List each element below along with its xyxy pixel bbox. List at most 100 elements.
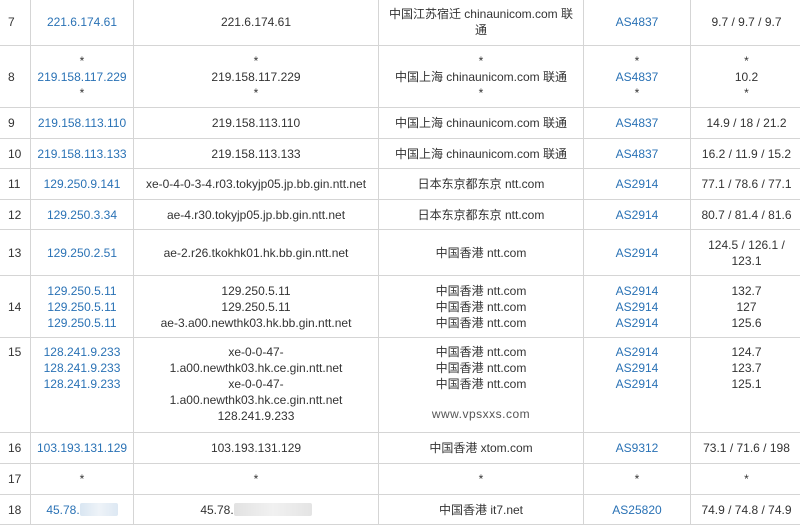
timeout-marker: * — [697, 53, 796, 69]
location: 中国香港 ntt.com — [385, 299, 577, 315]
asn-cell: AS2914 — [584, 169, 691, 200]
hop-row: 1845.78.45.78.中国香港 it7.netAS2582074.9 / … — [0, 495, 800, 525]
asn[interactable]: AS2914 — [590, 344, 684, 360]
asn[interactable]: AS2914 — [590, 245, 684, 261]
rtt-values-cell: 124.7123.7125.1 — [691, 338, 800, 433]
asn-cell: *AS4837* — [584, 46, 691, 108]
ip-address[interactable]: 128.241.9.233 — [37, 360, 127, 376]
hostname: 219.158.117.229 — [140, 69, 372, 85]
ip-address-cell: 129.250.3.34 — [31, 200, 134, 230]
location: 中国上海 chinaunicom.com 联通 — [385, 115, 577, 131]
ip-address-cell: 221.6.174.61 — [31, 0, 134, 46]
location-cell: * — [379, 464, 584, 495]
hop-row: 13 129.250.2.51 ae-2.r26.tkokhk01.hk.bb.gi… — [0, 230, 800, 276]
ip-address[interactable]: 128.241.9.233 — [37, 344, 127, 360]
hop-number: 18 — [0, 495, 31, 525]
hostname: xe-0-0-47- — [140, 376, 372, 392]
asn[interactable]: AS2914 — [590, 299, 684, 315]
rtt-values-cell: 74.9 / 74.8 / 74.9 — [691, 495, 800, 525]
hostname-cell: xe-0-0-47-1.a00.newthk03.hk.ce.gin.ntt.n… — [134, 338, 379, 433]
asn[interactable]: AS2914 — [590, 207, 684, 223]
location-cell: 中国上海 chinaunicom.com 联通 — [379, 139, 584, 169]
timeout-marker: * — [37, 53, 127, 69]
asn[interactable]: AS2914 — [590, 176, 684, 192]
rtt-values-cell: 80.7 / 81.4 / 81.6 — [691, 200, 800, 230]
asn[interactable]: AS2914 — [590, 283, 684, 299]
hop-row: 9 219.158.113.110 219.158.113.110 中国上海 chin… — [0, 108, 800, 139]
location-cell: *中国上海 chinaunicom.com 联通* — [379, 46, 584, 108]
ip-address[interactable]: 219.158.117.229 — [37, 69, 127, 85]
location-cell: 中国江苏宿迁 chinaunicom.com 联通 — [379, 0, 584, 46]
location: 中国上海 chinaunicom.com 联通 — [385, 146, 577, 162]
hostname-cell: 219.158.113.110 — [134, 108, 379, 139]
timeout-marker: * — [140, 85, 372, 101]
ip-address-cell: 129.250.5.11129.250.5.11129.250.5.11 — [31, 276, 134, 338]
ip-address[interactable]: 129.250.5.11 — [37, 315, 127, 331]
timeout-marker: * — [590, 85, 684, 101]
location: 中国香港 ntt.com — [385, 245, 577, 261]
hop-row: 15128.241.9.233128.241.9.233128.241.9.23… — [0, 338, 800, 433]
rtt-values-cell: 14.9 / 18 / 21.2 — [691, 108, 800, 139]
timeout-marker: * — [37, 85, 127, 101]
timeout-marker: * — [140, 471, 372, 487]
hostname-cell: 219.158.113.133 — [134, 139, 379, 169]
timeout-marker: * — [697, 471, 796, 487]
hop-number: 13 — [0, 230, 31, 276]
ip-address-cell: 103.193.131.129 — [31, 433, 134, 464]
hop-row: 11 129.250.9.141 xe-0-4-0-3-4.r03.tokyjp05… — [0, 169, 800, 200]
asn[interactable]: AS9312 — [590, 440, 684, 456]
rtt-values: 127 — [697, 299, 796, 315]
asn[interactable]: AS2914 — [590, 315, 684, 331]
ip-address[interactable]: 219.158.113.133 — [37, 146, 127, 162]
ip-address[interactable]: 221.6.174.61 — [37, 14, 127, 30]
hop-number: 15 — [0, 338, 31, 433]
asn-cell: AS4837 — [584, 0, 691, 46]
ip-address[interactable]: 129.250.2.51 — [37, 245, 127, 261]
asn[interactable]: AS25820 — [590, 502, 684, 518]
ip-address[interactable]: 129.250.3.34 — [37, 207, 127, 223]
ip-address[interactable]: 129.250.5.11 — [37, 299, 127, 315]
location-cell: 中国香港 it7.net — [379, 495, 584, 525]
redacted-blur — [80, 503, 118, 516]
location: 中国江苏宿迁 chinaunicom.com 联通 — [385, 6, 577, 38]
asn-cell: AS4837 — [584, 108, 691, 139]
ip-address[interactable]: 103.193.131.129 — [37, 440, 127, 456]
asn-cell: AS9312 — [584, 433, 691, 464]
asn[interactable]: AS4837 — [590, 146, 684, 162]
asn[interactable]: AS2914 — [590, 360, 684, 376]
ip-address-cell: 129.250.2.51 — [31, 230, 134, 276]
hostname: 219.158.113.110 — [140, 115, 372, 131]
location-cell: 中国香港 ntt.com — [379, 230, 584, 276]
hop-number: 17 — [0, 464, 31, 495]
location: 中国香港 ntt.com — [385, 315, 577, 331]
ip-address-cell: 129.250.9.141 — [31, 169, 134, 200]
asn[interactable]: AS4837 — [590, 115, 684, 131]
location: 中国香港 xtom.com — [385, 440, 577, 456]
location-cell: 中国香港 ntt.com中国香港 ntt.com中国香港 ntt.com — [379, 276, 584, 338]
ip-address-cell: * — [31, 464, 134, 495]
ip-address-cell: 219.158.113.110 — [31, 108, 134, 139]
hostname: ae-2.r26.tkokhk01.hk.bb.gin.ntt.net — [140, 245, 372, 261]
asn[interactable]: AS4837 — [590, 69, 684, 85]
ip-address[interactable]: 128.241.9.233 — [37, 376, 127, 392]
hop-number: 11 — [0, 169, 31, 200]
location-cell: 中国香港 xtom.com — [379, 433, 584, 464]
ip-address[interactable]: 129.250.9.141 — [37, 176, 127, 192]
rtt-values: 16.2 / 11.9 / 15.2 — [697, 146, 796, 162]
timeout-marker: * — [590, 53, 684, 69]
hop-row: 7221.6.174.61221.6.174.61中国江苏宿迁 chinauni… — [0, 0, 800, 46]
rtt-values-cell: *10.2* — [691, 46, 800, 108]
asn[interactable]: AS2914 — [590, 376, 684, 392]
ip-address[interactable]: 45.78. — [46, 503, 79, 517]
asn[interactable]: AS4837 — [590, 14, 684, 30]
hop-number: 9 — [0, 108, 31, 139]
rtt-values: 125.1 — [697, 376, 796, 392]
rtt-values-cell: 16.2 / 11.9 / 15.2 — [691, 139, 800, 169]
hostname-cell: ae-4.r30.tokyjp05.jp.bb.gin.ntt.net — [134, 200, 379, 230]
location-cell: 日本东京都东京 ntt.com — [379, 200, 584, 230]
location: 中国香港 ntt.com — [385, 344, 577, 360]
ip-address[interactable]: 129.250.5.11 — [37, 283, 127, 299]
hostname-cell: xe-0-4-0-3-4.r03.tokyjp05.jp.bb.gin.ntt.… — [134, 169, 379, 200]
ip-address[interactable]: 219.158.113.110 — [37, 115, 127, 131]
location-cell: 日本东京都东京 ntt.com — [379, 169, 584, 200]
